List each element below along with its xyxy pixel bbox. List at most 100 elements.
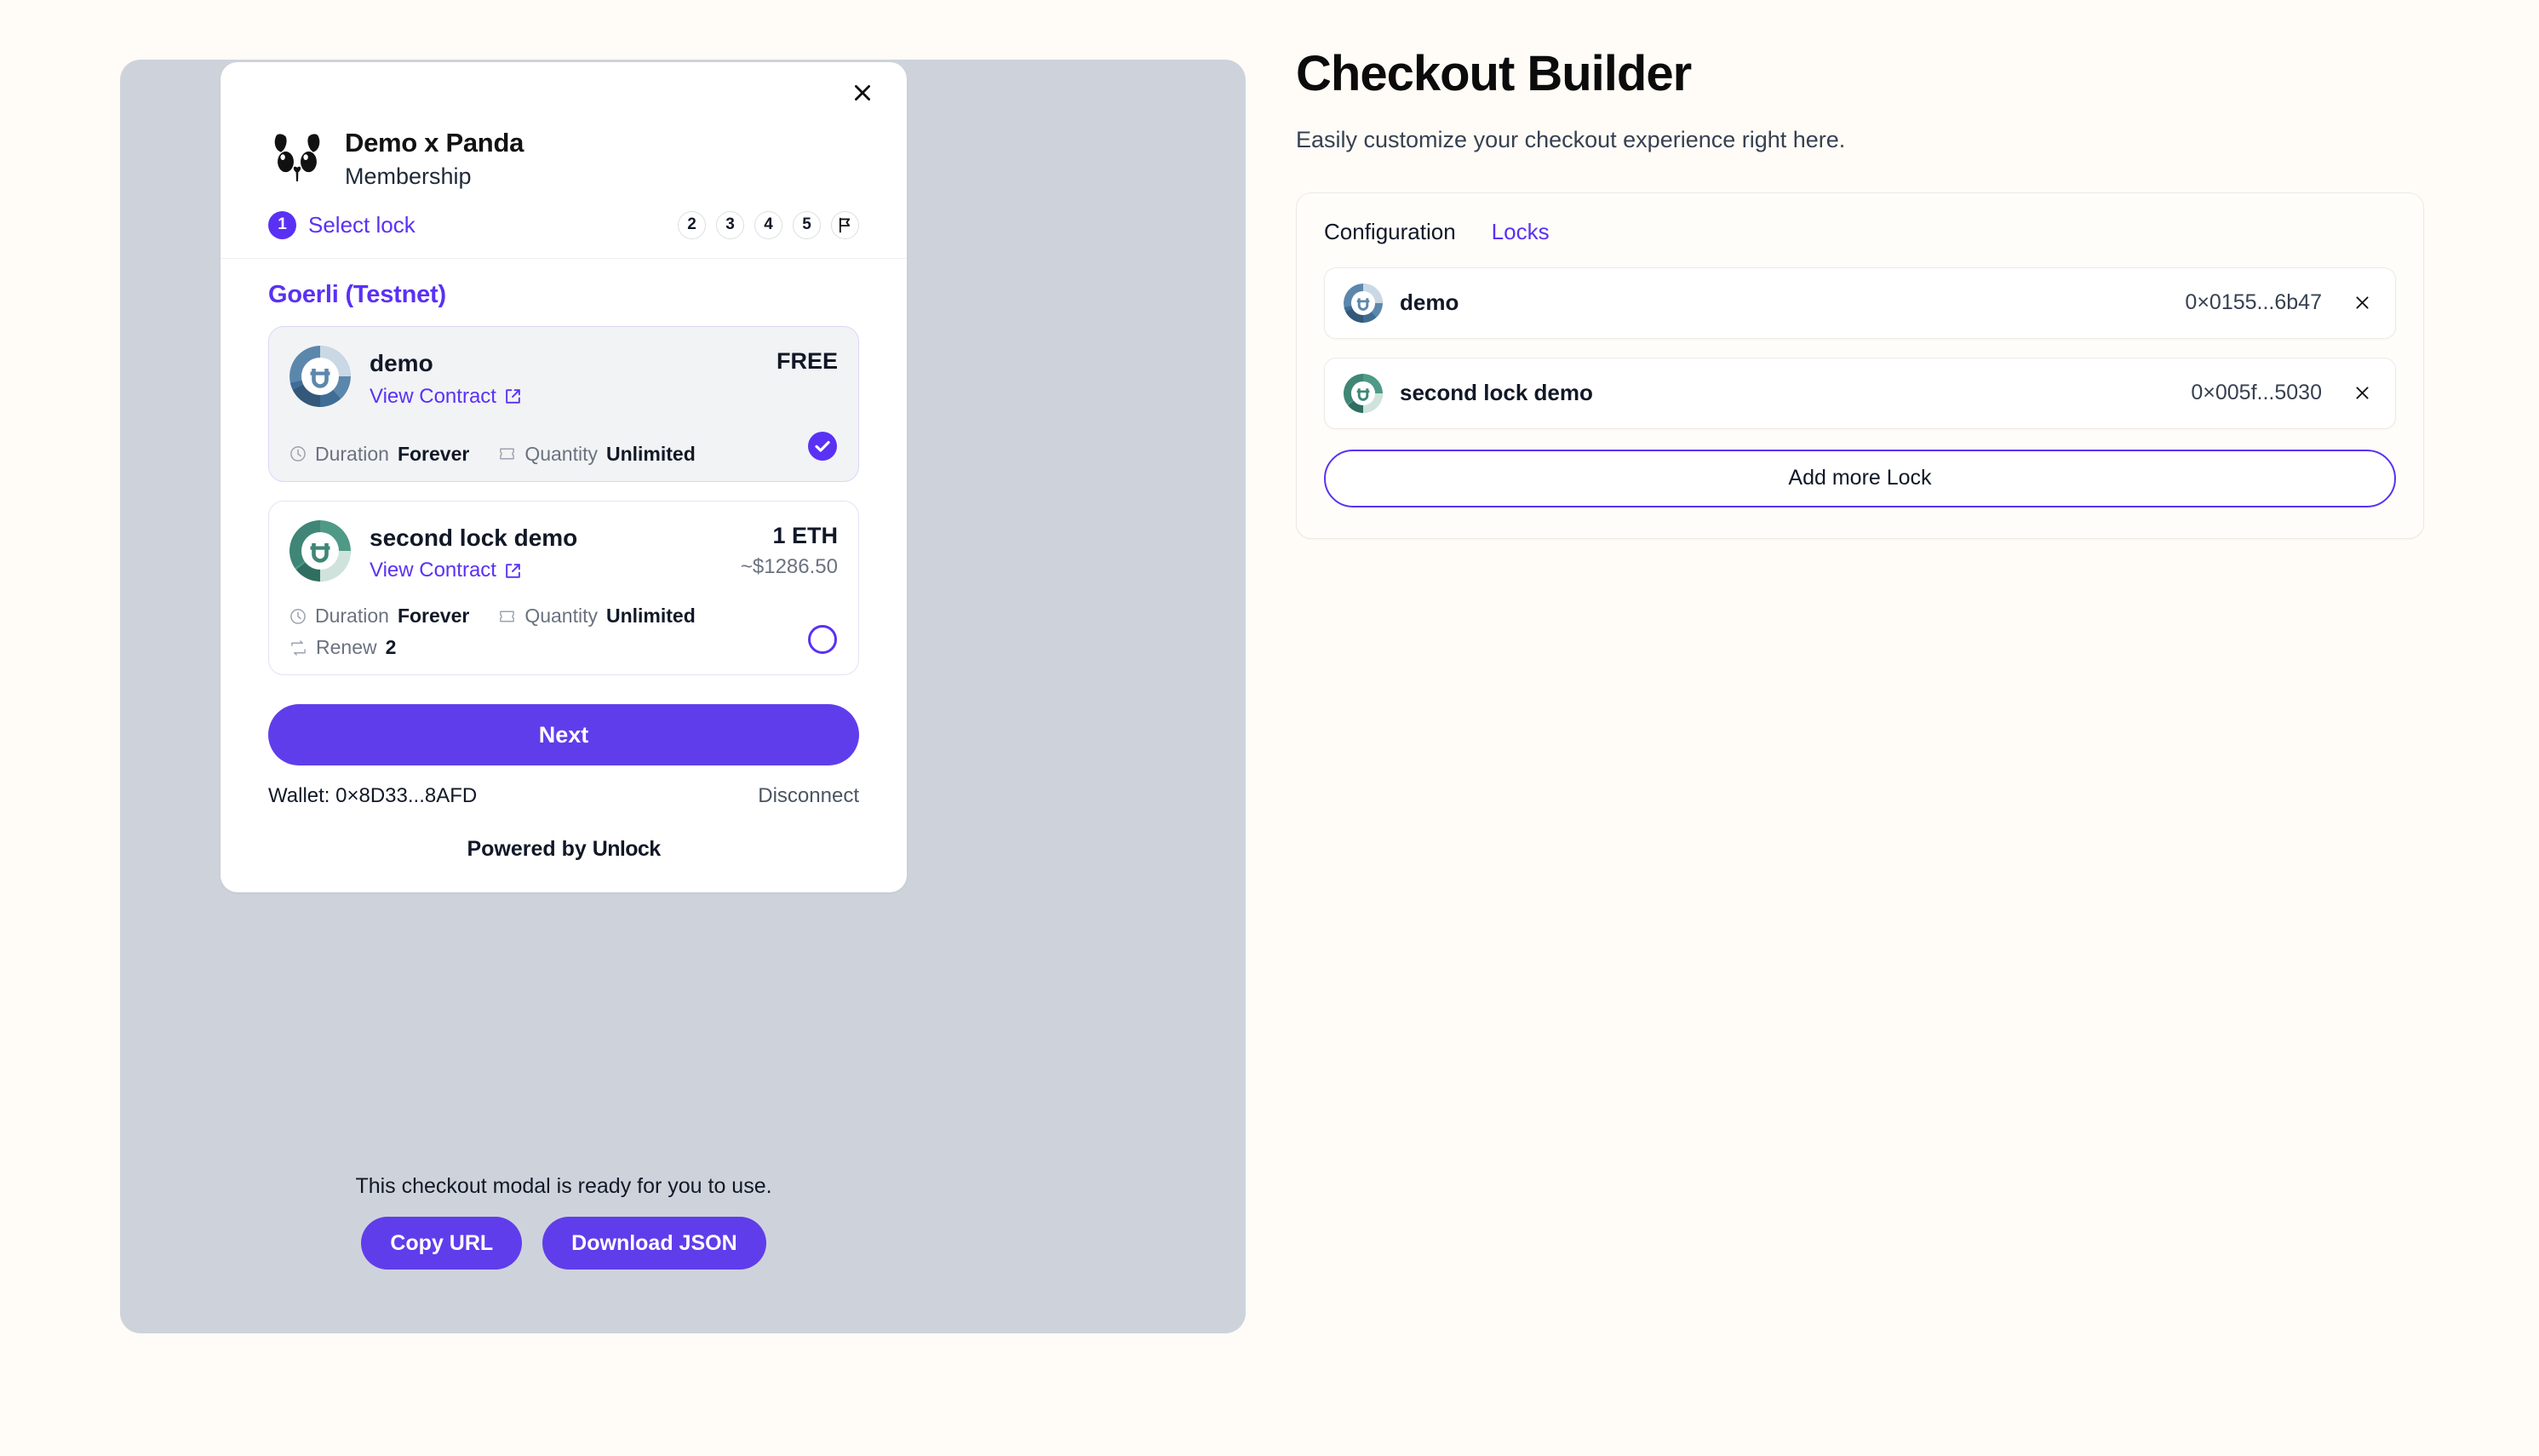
builder-tabs: Configuration Locks — [1324, 219, 2396, 245]
view-contract-link[interactable]: View Contract — [370, 385, 522, 409]
page-subtitle: Easily customize your checkout experienc… — [1296, 126, 1846, 152]
powered-by-label: Powered by — [467, 837, 587, 862]
modal-brand-title: Demo x Panda — [345, 128, 524, 158]
checkout-modal: Demo x Panda Membership 1 Select lock 2 … — [221, 62, 907, 893]
remove-lock-button[interactable] — [2347, 289, 2376, 318]
lock-card-header: demo View Contract FREE — [289, 345, 838, 409]
lock-selected-indicator[interactable] — [807, 431, 838, 466]
modal-brand-subtitle: Membership — [345, 163, 472, 189]
step-bubble-flag[interactable] — [831, 210, 859, 239]
lock-meta-duration-value: Forever — [397, 605, 470, 628]
tab-locks[interactable]: Locks — [1492, 219, 1550, 245]
lock-meta-renew-label: Renew — [316, 636, 377, 659]
builder-lock-list: demo 0×0155...6b47 second lock demo 0×00… — [1324, 267, 2396, 429]
external-link-icon — [506, 389, 520, 404]
checkout-steps: 1 Select lock 2 3 4 5 — [221, 189, 907, 259]
view-contract-link[interactable]: View Contract — [370, 559, 522, 582]
lock-avatar-icon — [289, 519, 351, 582]
add-more-lock-button[interactable]: Add more Lock — [1324, 449, 2396, 507]
lock-avatar-icon — [1344, 373, 1383, 413]
modal-actions: Next Wallet: 0×8D33...8AFD Disconnect Po… — [221, 697, 907, 892]
app-root: Demo x Panda Membership 1 Select lock 2 … — [0, 0, 2539, 1456]
builder-column: Checkout Builder Easily customize your c… — [1296, 47, 2428, 539]
preview-cta-row: Copy URL Download JSON — [221, 1217, 907, 1270]
lock-price: FREE — [776, 347, 838, 374]
tab-configuration[interactable]: Configuration — [1324, 219, 1456, 245]
close-icon — [2355, 387, 2369, 399]
view-contract-label: View Contract — [370, 384, 496, 408]
lock-avatar-icon — [289, 345, 351, 407]
lock-meta-quantity: Quantity Unlimited — [498, 442, 696, 466]
renew-icon — [291, 639, 306, 656]
lock-meta-quantity-value: Unlimited — [605, 605, 696, 628]
builder-lock-name: second lock demo — [1400, 380, 1593, 406]
lock-price-usd: ~$1286.50 — [740, 554, 838, 578]
lock-meta-renew-value: 2 — [385, 636, 397, 659]
lock-meta-duration-label: Duration — [315, 605, 389, 628]
copy-url-button[interactable]: Copy URL — [361, 1217, 523, 1270]
lock-price: 1 ETH — [772, 522, 838, 548]
external-link-icon — [506, 563, 520, 578]
wallet-address: Wallet: 0×8D33...8AFD — [268, 784, 478, 808]
flag-icon — [839, 217, 851, 233]
ticket-icon — [500, 448, 515, 460]
step-bubbles: 2 3 4 5 — [678, 210, 859, 239]
lock-meta-duration-label: Duration — [315, 442, 389, 465]
lock-avatar-icon — [1344, 283, 1383, 323]
builder-lock-address: 0×0155...6b47 — [2185, 290, 2322, 315]
lock-option-card[interactable]: second lock demo View Contract 1 ETH ~$1… — [268, 500, 859, 676]
lock-meta-duration: Duration Forever — [289, 605, 469, 628]
lock-meta-quantity-label: Quantity — [524, 605, 598, 628]
lock-selected-indicator[interactable] — [807, 624, 838, 659]
clock-icon — [290, 608, 306, 624]
lock-meta-quantity-value: Unlimited — [605, 442, 696, 465]
remove-lock-button[interactable] — [2347, 379, 2376, 408]
unlock-wordmark: Unlock — [592, 837, 661, 862]
next-button[interactable]: Next — [268, 704, 859, 766]
builder-lock-name: demo — [1400, 289, 1459, 316]
modal-topbar — [221, 62, 907, 123]
radio-empty-icon — [808, 625, 837, 655]
lock-card-header: second lock demo View Contract 1 ETH ~$1… — [289, 519, 838, 583]
check-circle-filled-icon — [808, 431, 837, 461]
close-icon — [2355, 296, 2369, 309]
builder-lock-address: 0×005f...5030 — [2191, 381, 2322, 405]
lock-meta-duration: Duration Forever — [289, 443, 469, 466]
lock-meta-renew: Renew 2 — [289, 636, 794, 659]
disconnect-button[interactable]: Disconnect — [758, 784, 859, 808]
step-label-current: Select lock — [308, 211, 416, 238]
builder-lock-row[interactable]: demo 0×0155...6b47 — [1324, 267, 2396, 339]
lock-card-meta: Duration Forever Quantity Unlimited — [289, 605, 838, 659]
step-number-current: 1 — [268, 210, 296, 239]
current-step[interactable]: 1 Select lock — [268, 210, 416, 239]
lock-price-block: FREE — [777, 346, 838, 375]
lock-name: demo — [370, 349, 433, 376]
download-json-button[interactable]: Download JSON — [542, 1217, 766, 1270]
modal-close-button[interactable] — [844, 74, 881, 112]
step-bubble-5[interactable]: 5 — [793, 210, 821, 239]
page-title: Checkout Builder — [1296, 46, 1692, 101]
lock-price-block: 1 ETH ~$1286.50 — [741, 520, 838, 579]
lock-meta-duration-value: Forever — [397, 442, 470, 465]
builder-lock-row[interactable]: second lock demo 0×005f...5030 — [1324, 357, 2396, 429]
builder-card: Configuration Locks demo 0×0155...6b47 s… — [1296, 192, 2424, 539]
step-bubble-4[interactable]: 4 — [754, 210, 782, 239]
lock-meta-list: Duration Forever Quantity Unlimited — [289, 443, 794, 466]
wallet-row: Wallet: 0×8D33...8AFD Disconnect — [268, 784, 859, 808]
preview-ready-text: This checkout modal is ready for you to … — [355, 1174, 772, 1198]
lock-meta-list: Duration Forever Quantity Unlimited — [289, 605, 794, 659]
step-bubble-3[interactable]: 3 — [716, 210, 744, 239]
lock-option-card[interactable]: demo View Contract FREE Duration Forever… — [268, 325, 859, 482]
modal-brand: Demo x Panda Membership — [221, 128, 907, 189]
lock-name: second lock demo — [370, 524, 578, 551]
step-bubble-2[interactable]: 2 — [678, 210, 706, 239]
lock-meta-quantity-label: Quantity — [524, 442, 598, 465]
ticket-icon — [500, 610, 515, 622]
lock-card-meta: Duration Forever Quantity Unlimited — [289, 431, 838, 466]
lock-card-body: demo View Contract — [370, 346, 758, 409]
view-contract-label: View Contract — [370, 559, 496, 582]
powered-by: Powered by Unlock — [268, 837, 859, 892]
close-icon — [855, 85, 870, 100]
lock-meta-quantity: Quantity Unlimited — [498, 605, 696, 628]
clock-icon — [290, 446, 306, 461]
